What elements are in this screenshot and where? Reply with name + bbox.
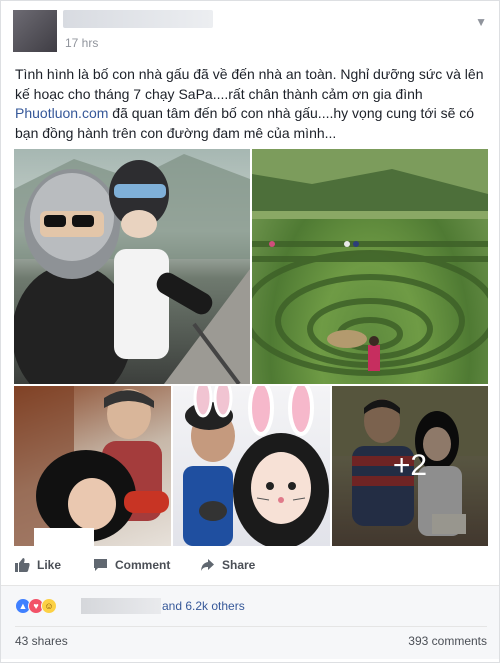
- more-photos-overlay[interactable]: +2: [332, 386, 488, 546]
- post-link[interactable]: Phuotluon.com: [15, 105, 108, 121]
- photo-father-daughter[interactable]: [14, 386, 171, 546]
- haha-icon: ☺: [41, 598, 57, 614]
- like-label: Like: [37, 558, 62, 572]
- like-button[interactable]: Like: [15, 558, 61, 572]
- divider: [15, 626, 487, 627]
- post-header: 17 hrs ▼: [1, 1, 499, 59]
- thumbs-up-icon: [15, 558, 30, 572]
- photo-tea-hill[interactable]: [252, 149, 488, 384]
- comment-label: Comment: [115, 558, 171, 572]
- reactor-name-blurred[interactable]: [81, 598, 161, 614]
- author-name-blurred[interactable]: [63, 10, 213, 28]
- share-button[interactable]: Share: [200, 558, 255, 572]
- photo-motorbike[interactable]: [14, 149, 250, 384]
- reactions-section: ▲ ♥ ☺ and 6.2k others 43 shares 393 comm…: [1, 585, 499, 659]
- photo-grid: +2: [14, 149, 488, 546]
- comments-count[interactable]: 393 comments: [408, 634, 487, 648]
- reactions-others[interactable]: and 6.2k others: [162, 599, 245, 613]
- action-bar: Like Comment Share: [1, 556, 499, 584]
- comment-button[interactable]: Comment: [93, 558, 170, 572]
- avatar[interactable]: [13, 10, 57, 52]
- photo-bunny-selfie[interactable]: [173, 386, 330, 546]
- post-stats: 43 shares 393 comments: [15, 634, 487, 650]
- post-timestamp[interactable]: 17 hrs: [65, 36, 98, 50]
- post-card: 17 hrs ▼ Tình hình là bố con nhà gấu đã …: [0, 0, 500, 663]
- share-icon: [201, 559, 214, 571]
- chevron-down-icon[interactable]: ▼: [475, 15, 487, 29]
- share-label: Share: [222, 558, 256, 572]
- comment-icon: [94, 559, 107, 571]
- post-message: Tình hình là bố con nhà gấu đã về đến nh…: [15, 65, 489, 143]
- post-text-part1: Tình hình là bố con nhà gấu đã về đến nh…: [15, 66, 484, 102]
- shares-count[interactable]: 43 shares: [15, 634, 68, 648]
- reactions-summary[interactable]: ▲ ♥ ☺ and 6.2k others: [15, 596, 485, 616]
